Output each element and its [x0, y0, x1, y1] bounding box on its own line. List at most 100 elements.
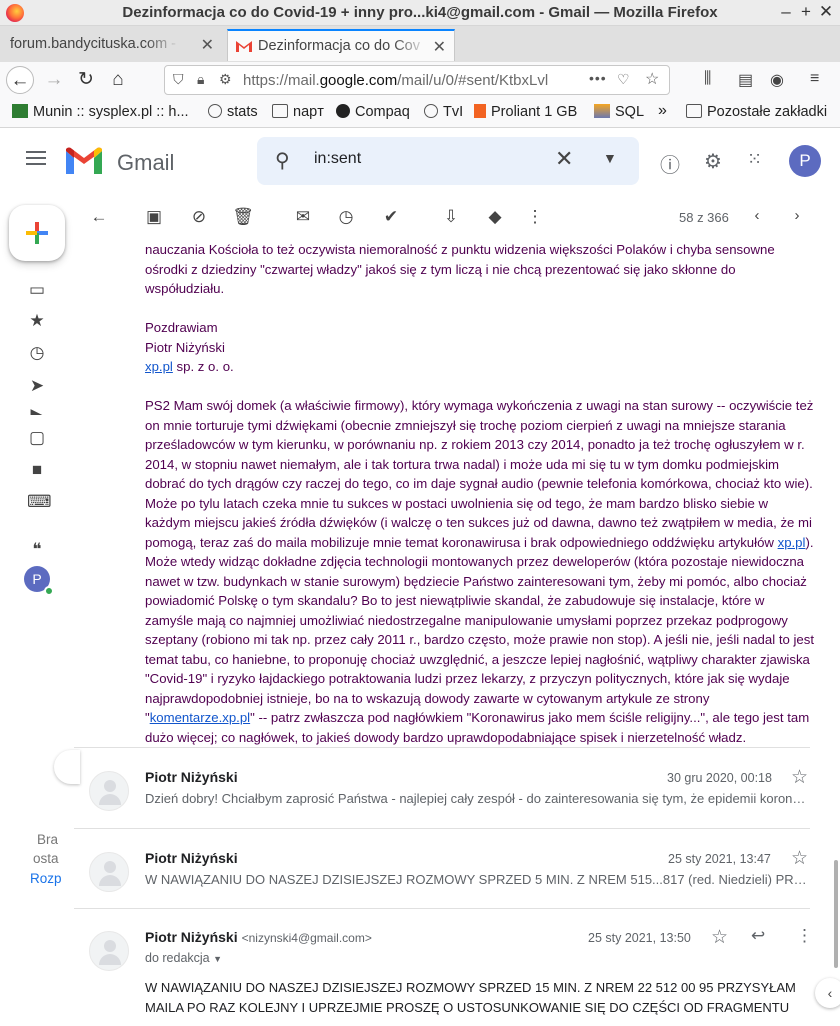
- bookmark-other-folder[interactable]: Pozostałe zakładki: [686, 104, 827, 120]
- home-button[interactable]: ⌂: [104, 66, 132, 94]
- back-to-list-icon[interactable]: ←: [88, 207, 110, 227]
- ps2-paragraph: PS2 Mam swój domek (a właściwie firmowy)…: [145, 398, 814, 745]
- compose-button[interactable]: [9, 205, 65, 261]
- keyboard-icon[interactable]: ⌨: [27, 492, 52, 512]
- report-spam-icon[interactable]: ⊘: [188, 207, 210, 227]
- newer-icon[interactable]: ‹: [746, 207, 768, 224]
- minimize-button[interactable]: –: [776, 2, 796, 22]
- rail-text-2: osta: [33, 851, 59, 866]
- apps-grid-icon[interactable]: ⁙: [747, 149, 762, 170]
- bookmark-stats[interactable]: stats: [208, 104, 258, 120]
- bookmark-folder-napt[interactable]: napт: [272, 104, 324, 120]
- message-date: 25 sty 2021, 13:50: [588, 931, 691, 945]
- search-options-icon[interactable]: ▼: [603, 150, 617, 166]
- main-menu-icon[interactable]: [26, 151, 46, 165]
- gmail-wordmark: Gmail: [117, 150, 175, 175]
- bookmark-compaq[interactable]: Compaq: [336, 104, 410, 120]
- online-status-dot: [44, 586, 54, 596]
- tab-gmail[interactable]: Dezinformacja co do Cov ✕: [227, 29, 455, 61]
- older-icon[interactable]: ›: [786, 207, 808, 224]
- snooze-icon[interactable]: ◷: [335, 207, 357, 227]
- pocket-icon[interactable]: ♡: [617, 71, 630, 88]
- shield-icon[interactable]: ⛉: [173, 71, 184, 88]
- show-side-panel-icon[interactable]: ‹: [815, 978, 840, 1008]
- star-icon[interactable]: ☆: [711, 926, 728, 949]
- bookmark-proliant[interactable]: Proliant 1 GB: [474, 104, 577, 120]
- bookmarks-overflow-button[interactable]: »: [658, 102, 667, 120]
- thread-message-collapsed[interactable]: Piotr Niżyński 25 sty 2021, 13:47 ☆ W NA…: [74, 829, 824, 909]
- label-icon[interactable]: ◆: [484, 207, 506, 227]
- inline-link-komentarze[interactable]: komentarze.xp.pl: [150, 710, 250, 725]
- sidebar-toggle-icon[interactable]: ▤: [738, 70, 753, 90]
- bookmark-sql[interactable]: SQL: [594, 104, 644, 120]
- back-button[interactable]: ←: [6, 66, 34, 94]
- scrollbar-thumb[interactable]: [834, 860, 838, 968]
- menu-icon[interactable]: ≡: [810, 70, 819, 88]
- important-icon[interactable]: ➤: [27, 376, 47, 396]
- sender-avatar: [89, 771, 129, 811]
- archive-icon[interactable]: ▣: [143, 207, 165, 227]
- hangouts-icon[interactable]: ❝: [27, 540, 47, 560]
- tab-label: Dezinformacja co do Cov: [258, 38, 420, 54]
- sender-name: Piotr Niżyński: [145, 769, 238, 785]
- bookmark-star-icon[interactable]: ☆: [645, 69, 659, 89]
- account-avatar[interactable]: P: [789, 145, 821, 177]
- clear-search-icon[interactable]: ✕: [555, 146, 573, 172]
- account-icon[interactable]: ◉: [770, 70, 784, 90]
- close-window-button[interactable]: ✕: [816, 2, 836, 22]
- settings-gear-icon[interactable]: ⚙: [704, 149, 722, 174]
- move-to-icon[interactable]: ⇩: [440, 207, 462, 227]
- snoozed-icon[interactable]: ◷: [27, 343, 47, 363]
- sent-icon[interactable]: ▶: [27, 405, 47, 415]
- gmail-logo-icon[interactable]: [66, 147, 102, 174]
- delete-icon[interactable]: 🗑︎: [232, 207, 254, 227]
- gmail-header: Gmail ⚲ ✕ ▼ ⓘ ⚙ ⁙ P: [0, 129, 840, 193]
- page-actions-icon[interactable]: •••: [589, 70, 607, 86]
- star-icon[interactable]: ☆: [791, 847, 808, 870]
- close-tab-icon[interactable]: ✕: [201, 35, 214, 55]
- tab-bar: forum.bandycituska.com - O ✕ Dezinformac…: [0, 26, 840, 83]
- rail-link[interactable]: Rozp: [30, 871, 62, 886]
- signature-name: Piotr Niżyński: [145, 339, 225, 355]
- inbox-icon[interactable]: ▭: [27, 280, 47, 300]
- reply-icon[interactable]: ↩: [751, 926, 765, 946]
- library-icon[interactable]: ⫼: [704, 70, 711, 88]
- forward-button[interactable]: →: [40, 66, 68, 94]
- signature-company: xp.pl sp. z o. o.: [145, 359, 234, 374]
- meet-join-icon[interactable]: ■: [27, 460, 47, 480]
- bookmark-munin[interactable]: Munin :: sysplex.pl :: h...: [12, 104, 189, 120]
- lock-icon[interactable]: 🔒︎: [197, 71, 204, 88]
- more-options-icon[interactable]: ⋮: [796, 926, 813, 946]
- sender-email: <nizynski4@gmail.com>: [241, 931, 372, 945]
- add-to-tasks-icon[interactable]: ✔: [380, 207, 402, 227]
- side-panel-toggle[interactable]: [54, 750, 80, 784]
- starred-icon[interactable]: ★: [27, 311, 47, 331]
- search-input[interactable]: [314, 150, 544, 168]
- magento-icon: [474, 104, 486, 118]
- compose-plus-icon: [26, 222, 48, 244]
- more-actions-icon[interactable]: ⋮: [524, 207, 546, 227]
- message-toolbar: ← ▣ ⊘ 🗑︎ ✉ ◷ ✔ ⇩ ◆ ⋮ 58 z 366 ‹ ›: [74, 196, 840, 240]
- recipient-line[interactable]: do redakcja ▼: [145, 951, 222, 965]
- meet-new-meeting-icon[interactable]: ▢: [27, 428, 47, 448]
- reload-button[interactable]: ↻: [72, 66, 100, 94]
- maximize-button[interactable]: +: [796, 2, 816, 22]
- signature-link[interactable]: xp.pl: [145, 359, 173, 374]
- bookmark-tvi[interactable]: TvI: [424, 104, 463, 120]
- thread-message-collapsed[interactable]: Piotr Niżyński 30 gru 2020, 00:18 ☆ Dzie…: [74, 748, 824, 828]
- star-icon[interactable]: ☆: [791, 766, 808, 789]
- sender-name: Piotr Niżyński: [145, 929, 238, 945]
- address-bar[interactable]: ⛉ 🔒︎ ⚙ https://mail.google.com/mail/u/0/…: [164, 65, 670, 95]
- close-tab-icon[interactable]: ✕: [433, 37, 446, 57]
- help-icon[interactable]: ⓘ: [660, 149, 680, 178]
- url-text[interactable]: https://mail.google.com/mail/u/0/#sent/K…: [243, 72, 548, 89]
- tab-forum[interactable]: forum.bandycituska.com - O ✕: [0, 29, 222, 61]
- recipient-details-icon[interactable]: ▼: [213, 954, 222, 964]
- mark-unread-icon[interactable]: ✉: [292, 207, 314, 227]
- search-icon[interactable]: ⚲: [275, 148, 290, 173]
- message-view: nauczania Kościoła to też oczywista niem…: [74, 240, 824, 1026]
- permissions-icon[interactable]: ⚙: [219, 71, 232, 88]
- inline-link-xp[interactable]: xp.pl: [778, 535, 806, 550]
- message-paragraph: nauczania Kościoła to też oczywista niem…: [145, 242, 775, 296]
- rail-text-1: Bra: [37, 832, 59, 847]
